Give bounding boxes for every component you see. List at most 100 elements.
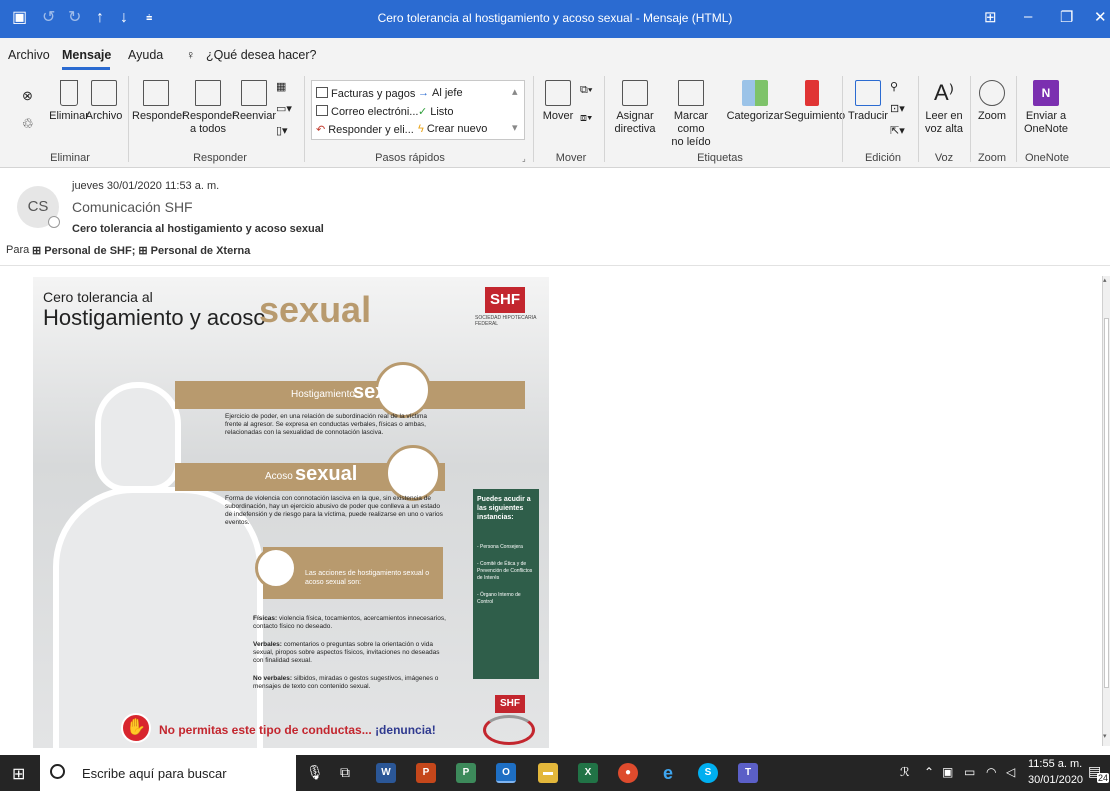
skype-icon[interactable]: S (698, 763, 718, 783)
zoom-icon (979, 80, 1005, 106)
reply-all-button[interactable]: Responder a todos (182, 80, 236, 136)
read-aloud-icon: A⁾ (933, 80, 955, 105)
scroll-down-icon[interactable]: ▾ (1103, 732, 1107, 740)
section2-label-a: Acoso (265, 471, 293, 482)
find-icon[interactable]: ⚲ (890, 80, 898, 93)
ribbon-separator (842, 76, 843, 162)
mark-unread-button[interactable]: Marcar como no leído (660, 80, 722, 149)
task-view-icon[interactable]: ⧉ (340, 764, 350, 781)
quickstep-responder[interactable]: ↶ Responder y eli... (316, 123, 414, 136)
clock-date[interactable]: 30/01/2020 (1028, 774, 1083, 786)
reply-all-label-2: a todos (189, 123, 227, 135)
active-tab-indicator (62, 67, 110, 70)
followup-button[interactable]: Seguimiento (784, 80, 845, 123)
read-aloud-button[interactable]: A⁾ Leer en voz alta (920, 80, 968, 136)
read-label-1: Leer en (925, 110, 963, 122)
move-button[interactable]: Mover (538, 80, 578, 123)
minimize-icon[interactable]: – (1024, 8, 1032, 25)
quickstep-correo[interactable]: Correo electróni... (316, 105, 418, 118)
envelope-icon (678, 80, 704, 106)
archive-button[interactable]: Archivo (84, 80, 124, 123)
translate-button[interactable]: Traducir (846, 80, 890, 123)
sender-name[interactable]: Comunicación SHF (72, 199, 193, 215)
outlook-icon[interactable]: O (496, 763, 516, 783)
gallery-more-icon[interactable]: ▾ (512, 121, 518, 134)
zoom-button[interactable]: Zoom (972, 80, 1012, 123)
people-icon[interactable]: ℛ (900, 765, 910, 779)
quickstep-label: Listo (430, 106, 454, 118)
tab-ayuda[interactable]: Ayuda (128, 48, 163, 62)
noverbales-paragraph: No verbales: silbidos, miradas o gestos … (253, 675, 449, 691)
quickstep-listo[interactable]: ✓ Listo (418, 105, 453, 118)
word-icon[interactable]: W (376, 763, 396, 783)
poster-title-line1: Cero tolerancia al (43, 289, 153, 305)
send-to-onenote-button[interactable]: N Enviar a OneNote (1020, 80, 1072, 136)
cortana-icon (50, 764, 65, 779)
cero-tolerancia-seal (483, 715, 535, 745)
powerpoint-icon[interactable]: P (416, 763, 436, 783)
network-icon[interactable]: ▣ (942, 765, 953, 779)
quickstep-crear[interactable]: ϟ Crear nuevo (418, 123, 487, 135)
presence-indicator (48, 216, 60, 228)
archive-label: Archivo (85, 110, 123, 122)
quickstep-label: Correo electróni... (331, 106, 419, 118)
maximize-icon[interactable]: ❐ (1060, 8, 1073, 26)
cleanup-icon[interactable]: ♲ (22, 116, 34, 132)
onenote-move-icon[interactable]: ⧈▾ (580, 112, 592, 125)
tab-archivo[interactable]: Archivo (8, 48, 50, 62)
publisher-icon[interactable]: P (456, 763, 476, 783)
fisicas-label: Físicas: (253, 615, 278, 622)
forward-button[interactable]: Reenviar (232, 80, 276, 123)
categorize-button[interactable]: Categorizar (724, 80, 786, 123)
message-date: jueves 30/01/2020 11:53 a. m. (72, 180, 220, 192)
microphone-icon[interactable]: 🎙 (306, 764, 324, 781)
group-label-eliminar: Eliminar (50, 152, 90, 164)
quick-steps-gallery[interactable]: Facturas y pagos Correo electróni... ↶ Re… (311, 80, 525, 140)
scroll-up-icon[interactable]: ▴ (1103, 276, 1107, 284)
assign-policy-button[interactable]: Asignar directiva (610, 80, 660, 136)
im-reply-icon[interactable]: ▭▾ (276, 102, 292, 115)
meeting-reply-icon[interactable]: ▦ (276, 80, 286, 93)
forward-icon (241, 80, 267, 106)
windows-start-icon[interactable]: ⊞ (12, 764, 25, 784)
section1-text: Ejercicio de poder, en una relación de s… (225, 413, 427, 436)
quickstep-facturas[interactable]: Facturas y pagos (316, 87, 415, 100)
select-icon[interactable]: ⇱▾ (890, 124, 905, 137)
excel-icon[interactable]: X (578, 763, 598, 783)
gallery-scroll-icon[interactable]: ▴ (512, 85, 518, 98)
close-icon[interactable]: ✕ (1094, 8, 1107, 26)
volume-icon[interactable]: ◁ (1006, 765, 1015, 779)
poster-image: Cero tolerancia al Hostigamiento y acoso… (33, 277, 549, 748)
ribbon-separator (533, 76, 534, 162)
rules-icon[interactable]: ⧉▾ (580, 84, 592, 97)
scroll-thumb[interactable] (1104, 318, 1109, 688)
delete-label: Eliminar (49, 110, 89, 122)
edge-icon[interactable]: e (658, 763, 678, 783)
folder-icon (316, 87, 328, 98)
taskbar-search[interactable]: Escribe aquí para buscar (40, 755, 296, 791)
tab-mensaje[interactable]: Mensaje (62, 48, 111, 62)
lightbulb-icon: ♀ (186, 48, 196, 62)
chrome-icon[interactable]: ● (618, 763, 638, 783)
clock-time[interactable]: 11:55 a. m. (1028, 758, 1082, 770)
dialog-launcher-icon[interactable]: ⌟ (522, 154, 526, 163)
archive-icon (91, 80, 117, 106)
file-explorer-icon[interactable]: ▬ (538, 763, 558, 783)
ignore-icon[interactable]: ⊗ (22, 88, 33, 104)
noverbales-label: No verbales: (253, 675, 293, 682)
show-hidden-icons[interactable]: ⌃ (924, 765, 934, 779)
zoom-label: Zoom (977, 110, 1007, 122)
battery-icon[interactable]: ▭ (964, 765, 975, 779)
vertical-scrollbar[interactable]: ▴ ▾ (1102, 276, 1110, 746)
related-icon[interactable]: ⊡▾ (890, 102, 905, 115)
wifi-icon[interactable]: ◠ (986, 765, 996, 779)
assign-label-1: Asignar (616, 110, 654, 122)
more-reply-icon[interactable]: ▯▾ (276, 124, 288, 137)
teams-icon[interactable]: T (738, 763, 758, 783)
quickstep-jefe[interactable]: → Al jefe (418, 87, 463, 99)
reply-icon (143, 80, 169, 106)
ribbon-display-icon[interactable]: ⊞ (984, 8, 997, 26)
reply-button[interactable]: Responder (132, 80, 186, 123)
recipients[interactable]: ⊞ Personal de SHF; ⊞ Personal de Xterna (32, 244, 250, 257)
tell-me-search[interactable]: ¿Qué desea hacer? (206, 48, 317, 62)
